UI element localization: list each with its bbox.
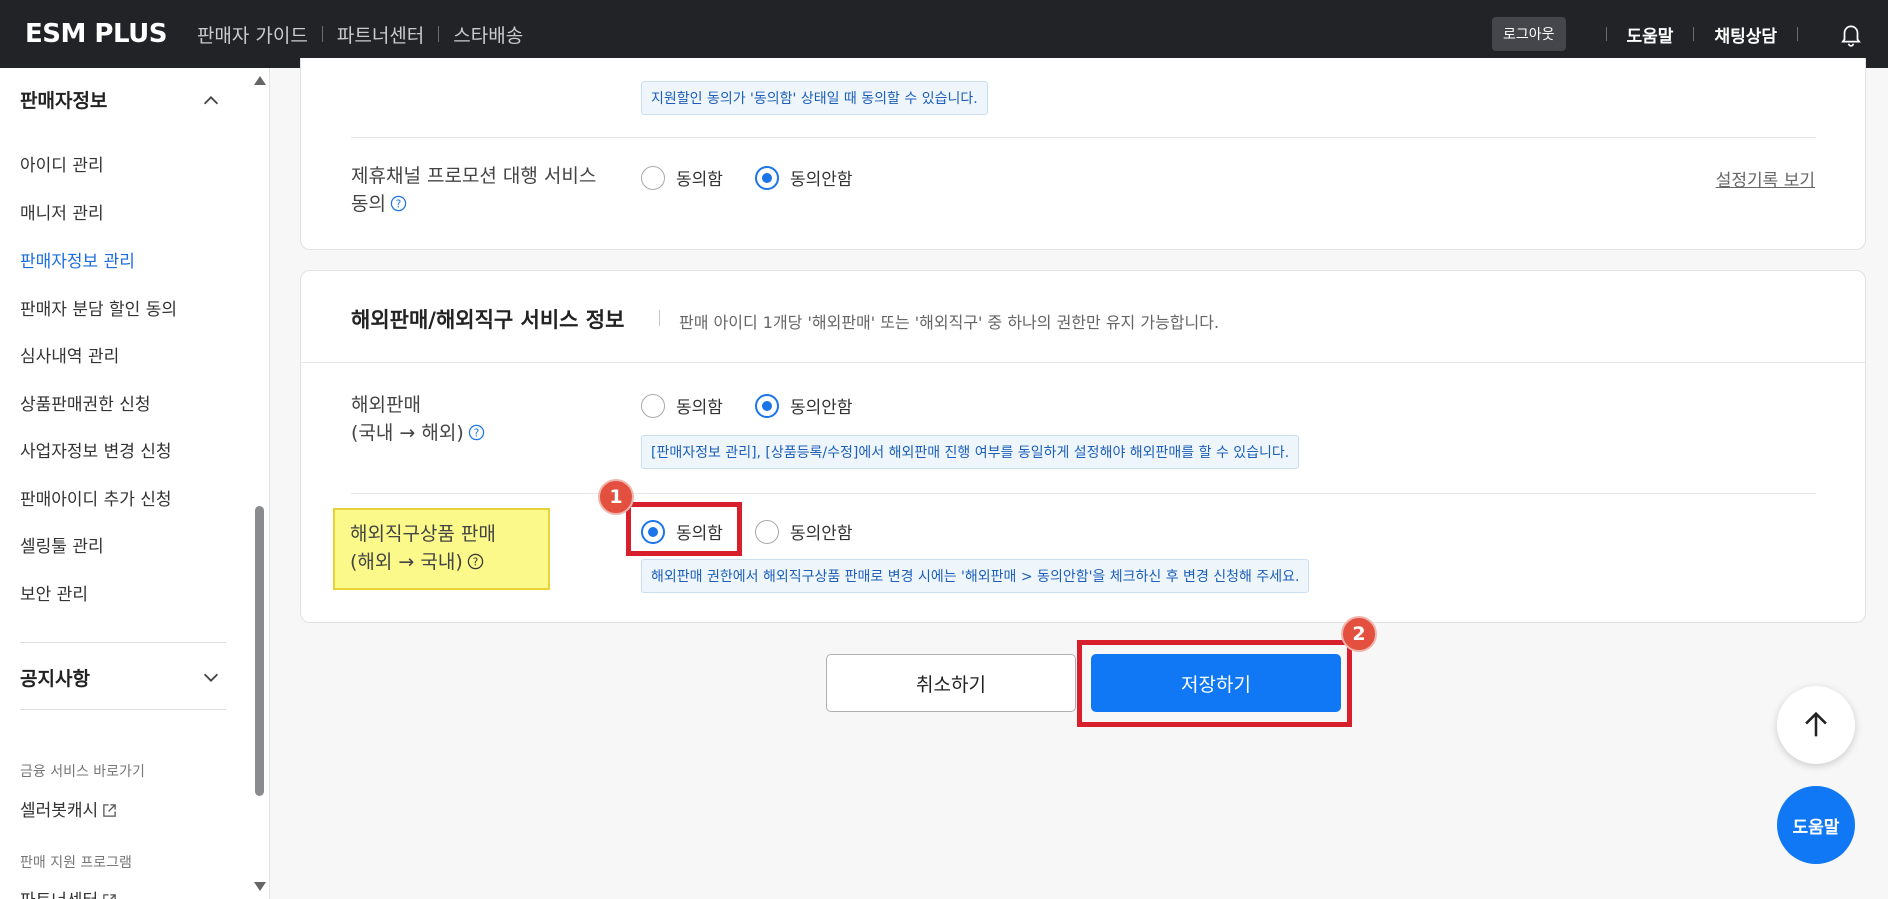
highlighted-label-box: 해외직구상품 판매 (해외 → 국내)? xyxy=(333,508,550,590)
nav-partner-center[interactable]: 파트너센터 xyxy=(337,21,424,48)
sidebar-item-review-history[interactable]: 심사내역 관리 xyxy=(20,342,119,367)
radio-label: 동의안함 xyxy=(790,398,853,418)
external-link-icon xyxy=(103,804,116,817)
chat-support-link[interactable]: 채팅상담 xyxy=(1714,22,1777,47)
radio-circle-selected[interactable] xyxy=(755,393,779,418)
sidebar-item-business-info-change[interactable]: 사업자정보 변경 신청 xyxy=(20,437,172,462)
sidebar-item-sales-permission[interactable]: 상품판매권한 신청 xyxy=(20,390,151,415)
help-link[interactable]: 도움말 xyxy=(1627,22,1674,47)
arrow-up-icon xyxy=(1805,711,1827,737)
sidebar-item-id-management[interactable]: 아이디 관리 xyxy=(20,151,104,176)
chevron-down-icon[interactable] xyxy=(200,666,222,688)
help-question-icon[interactable]: ? xyxy=(468,424,485,441)
direct-purchase-label-line2: (해외 → 국내) xyxy=(350,551,463,573)
notification-bell-icon[interactable] xyxy=(1838,21,1864,47)
title-divider xyxy=(659,310,660,326)
help-question-icon[interactable]: ? xyxy=(467,553,484,570)
top-divider xyxy=(1797,27,1798,41)
partner-center-link[interactable]: 파트너센터 xyxy=(20,886,117,899)
discount-agreement-notice: 지원할인 동의가 '동의함' 상태일 때 동의할 수 있습니다. xyxy=(641,81,988,115)
radio-label: 동의함 xyxy=(676,170,723,190)
row-divider xyxy=(351,137,1816,138)
overseas-sales-agree-radio[interactable]: 동의함 xyxy=(641,393,723,418)
overseas-sales-notice: [판매자정보 관리], [상품등록/수정]에서 해외판매 진행 여부를 동일하게… xyxy=(641,435,1300,469)
sidebar-divider xyxy=(20,709,226,710)
nav-divider xyxy=(321,26,323,42)
chevron-up-icon[interactable] xyxy=(200,90,222,112)
nav-seller-guide[interactable]: 판매자 가이드 xyxy=(197,21,308,48)
promotion-agency-label-line1: 제휴채널 프로모션 대행 서비스 xyxy=(351,165,597,187)
radio-circle-selected[interactable] xyxy=(755,165,779,190)
sales-support-label: 판매 지원 프로그램 xyxy=(20,855,132,871)
direct-purchase-notice: 해외판매 권한에서 해외직구상품 판매로 변경 시에는 '해외판매 > 동의안함… xyxy=(641,559,1310,593)
logout-button[interactable]: 로그아웃 xyxy=(1491,17,1566,51)
overseas-sales-label-line1: 해외판매 xyxy=(351,394,421,416)
scrollbar-thumb[interactable] xyxy=(255,506,264,796)
radio-label: 동의안함 xyxy=(790,524,853,544)
sellerbot-cash-text: 셀러봇캐시 xyxy=(20,801,99,821)
svg-text:?: ? xyxy=(472,556,478,568)
step-badge-1: 1 xyxy=(598,479,634,515)
promotion-agreement-panel: 지원할인 동의가 '동의함' 상태일 때 동의할 수 있습니다. 제휴채널 프로… xyxy=(300,58,1866,250)
overseas-sales-label: 해외판매 (국내 → 해외)? xyxy=(351,391,485,447)
sidebar: 판매자정보 아이디 관리 매니저 관리 판매자정보 관리 판매자 분담 할인 동… xyxy=(0,68,270,899)
scroll-up-arrow-icon[interactable] xyxy=(254,76,266,85)
partner-center-text: 파트너센터 xyxy=(20,891,98,899)
sidebar-item-selling-tool[interactable]: 셀링툴 관리 xyxy=(20,532,104,557)
section-title: 해외판매/해외직구 서비스 정보 xyxy=(351,308,625,332)
sidebar-section-title[interactable]: 판매자정보 xyxy=(20,86,107,113)
direct-purchase-label: 해외직구상품 판매 (해외 → 국내)? xyxy=(350,520,496,576)
direct-purchase-disagree-radio[interactable]: 동의안함 xyxy=(755,519,853,544)
cancel-button[interactable]: 취소하기 xyxy=(826,654,1076,712)
top-divider xyxy=(1693,27,1695,41)
scroll-to-top-button[interactable] xyxy=(1777,686,1855,764)
radio-circle[interactable] xyxy=(641,165,665,190)
sidebar-item-add-sales-id[interactable]: 판매아이디 추가 신청 xyxy=(20,485,172,510)
radio-circle[interactable] xyxy=(641,393,665,418)
radio-circle[interactable] xyxy=(755,519,779,544)
external-link-icon xyxy=(103,894,116,899)
sidebar-notice-title[interactable]: 공지사항 xyxy=(20,664,90,691)
promotion-disagree-radio[interactable]: 동의안함 xyxy=(755,165,853,190)
sidebar-item-seller-discount-agreement[interactable]: 판매자 분담 할인 동의 xyxy=(20,295,177,320)
promotion-agency-label: 제휴채널 프로모션 대행 서비스 동의? xyxy=(351,162,596,218)
settings-history-link[interactable]: 설정기록 보기 xyxy=(1716,166,1815,191)
help-question-icon[interactable]: ? xyxy=(390,195,407,212)
sidebar-item-seller-info-management[interactable]: 판매자정보 관리 xyxy=(20,247,135,272)
sidebar-scrollbar[interactable] xyxy=(252,76,266,891)
row-divider xyxy=(351,493,1816,494)
nav-divider xyxy=(438,26,440,42)
section-divider xyxy=(301,362,1865,363)
top-divider xyxy=(1605,27,1607,41)
sidebar-divider xyxy=(20,642,226,643)
section-description: 판매 아이디 1개당 '해외판매' 또는 '해외직구' 중 하나의 권한만 유지… xyxy=(679,313,1220,332)
scroll-down-arrow-icon[interactable] xyxy=(254,882,266,891)
overseas-sales-disagree-radio[interactable]: 동의안함 xyxy=(755,393,853,418)
nav-star-delivery[interactable]: 스타배송 xyxy=(453,21,523,48)
sidebar-item-security[interactable]: 보안 관리 xyxy=(20,580,88,605)
svg-text:?: ? xyxy=(396,198,402,210)
top-nav-links: 판매자 가이드 파트너센터 스타배송 xyxy=(197,21,523,48)
floating-help-button[interactable]: 도움말 xyxy=(1777,786,1855,864)
step-badge-2: 2 xyxy=(1341,616,1377,652)
sidebar-item-manager-management[interactable]: 매니저 관리 xyxy=(20,199,104,224)
overseas-sales-label-line2: (국내 → 해외) xyxy=(351,422,464,444)
highlight-box-save-button xyxy=(1077,640,1352,727)
svg-text:?: ? xyxy=(473,427,479,439)
finance-services-label: 금융 서비스 바로가기 xyxy=(20,764,145,780)
promotion-agency-label-line2: 동의 xyxy=(351,193,386,215)
promotion-agree-radio[interactable]: 동의함 xyxy=(641,165,723,190)
sellerbot-cash-link[interactable]: 셀러봇캐시 xyxy=(20,796,117,821)
direct-purchase-label-line1: 해외직구상품 판매 xyxy=(350,523,496,545)
radio-label: 동의안함 xyxy=(790,170,853,190)
highlight-box-agree-radio xyxy=(626,502,742,556)
radio-label: 동의함 xyxy=(676,398,723,418)
esm-plus-logo[interactable]: ESM PLUS xyxy=(25,19,167,49)
